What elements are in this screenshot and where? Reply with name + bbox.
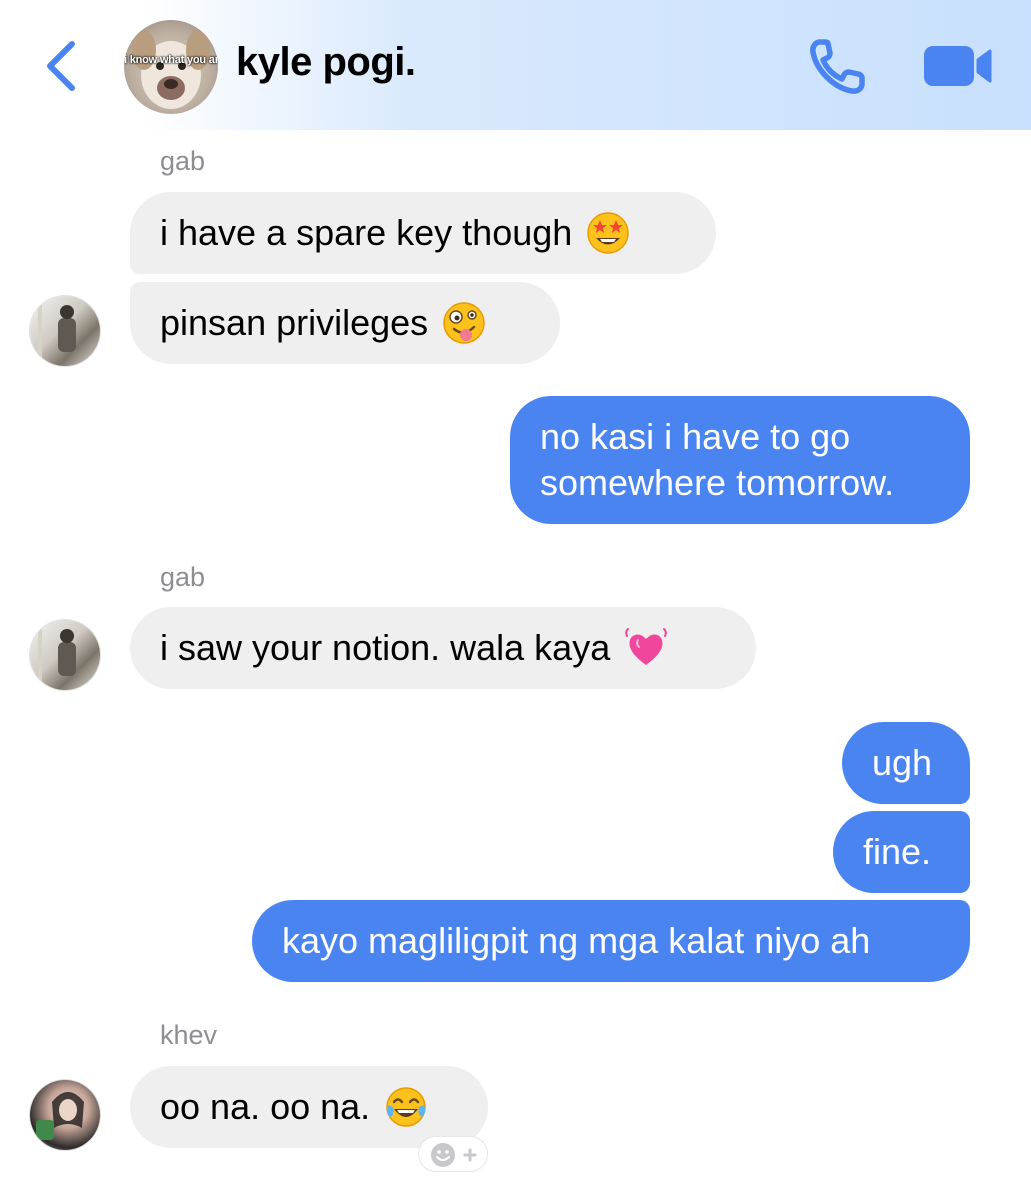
profile-photo (38, 626, 76, 684)
message-text: i have a spare key though (160, 212, 573, 253)
zany-face-emoji (443, 302, 485, 344)
avatar[interactable] (30, 1080, 100, 1150)
voice-call-button[interactable] (806, 36, 870, 96)
avatar[interactable] (30, 296, 100, 366)
back-button[interactable] (36, 36, 88, 96)
sender-name: gab (160, 562, 206, 592)
avatar-caption: i know what you are (124, 54, 218, 66)
message-bubble[interactable]: pinsan privileges (130, 282, 560, 364)
profile-photo (38, 302, 76, 360)
sender-name: gab (160, 146, 206, 176)
message-text: pinsan privileges (160, 302, 429, 343)
add-reaction-icon (431, 1143, 477, 1167)
message-bubble[interactable]: fine. (833, 811, 970, 893)
message-text: i saw your notion. wala kaya (160, 627, 611, 668)
add-reaction-button[interactable] (418, 1136, 488, 1172)
sender-name: khev (160, 1020, 218, 1050)
message-bubble[interactable]: ugh (842, 722, 970, 804)
video-camera-icon (924, 46, 992, 86)
video-call-button[interactable] (922, 40, 994, 92)
chevron-left-icon (47, 41, 75, 91)
message-text-line: no kasi i have to go (540, 416, 851, 457)
chat-title[interactable]: kyle pogi. (236, 40, 416, 85)
avatar[interactable] (30, 620, 100, 690)
dog-photo (132, 30, 210, 109)
message-text: fine. (863, 831, 932, 872)
growing-heart-emoji (625, 628, 668, 665)
message-text: ugh (872, 742, 933, 783)
message-text: oo na. oo na. (160, 1086, 371, 1127)
message-bubble[interactable]: no kasi i have to go somewhere tomorrow. (510, 396, 970, 524)
star-struck-emoji (587, 212, 630, 254)
group-avatar[interactable]: i know what you are (124, 20, 218, 114)
profile-photo (36, 1092, 84, 1140)
chat-header: i know what you are kyle pogi. (0, 0, 1031, 130)
message-bubble[interactable]: i saw your notion. wala kaya (130, 607, 756, 689)
tears-of-joy-emoji (386, 1087, 426, 1127)
message-bubble[interactable]: kayo magliligpit ng mga kalat niyo ah (252, 900, 970, 982)
phone-icon (810, 39, 865, 94)
message-bubble[interactable]: i have a spare key though (130, 192, 716, 274)
message-text-line: somewhere tomorrow. (540, 462, 895, 503)
message-text: kayo magliligpit ng mga kalat niyo ah (282, 920, 871, 961)
